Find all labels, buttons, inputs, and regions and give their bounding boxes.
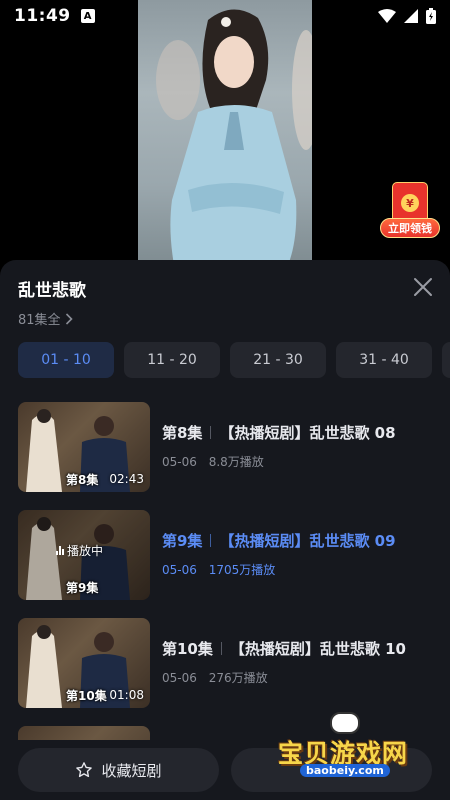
notification-icon: A bbox=[80, 9, 95, 23]
red-envelope-button[interactable]: ¥ 立即领钱 bbox=[380, 182, 440, 240]
episode-info: 第10集 【热播短剧】乱世悲歌 10 05-06 276万播放 bbox=[162, 618, 406, 686]
range-tab-more[interactable] bbox=[442, 342, 450, 378]
battery-icon bbox=[426, 8, 436, 24]
panel-header: 乱世悲歌 81集全 bbox=[0, 260, 450, 332]
coin-icon: ¥ bbox=[401, 194, 419, 212]
episode-item-current[interactable]: 播放中 第9集 第9集 【热播短剧】乱世悲歌 09 05-06 1705万播放 bbox=[0, 510, 450, 618]
range-tabs: 01 - 10 11 - 20 21 - 30 31 - 40 bbox=[18, 342, 450, 378]
episode-views: 276万播放 bbox=[208, 671, 268, 685]
episode-number: 第8集 bbox=[162, 424, 203, 442]
divider bbox=[220, 642, 222, 655]
red-envelope-label: 立即领钱 bbox=[380, 218, 440, 238]
episode-meta: 05-06 276万播放 bbox=[162, 669, 406, 686]
episode-item[interactable]: 第10集 01:08 第10集 【热播短剧】乱世悲歌 10 05-06 276万… bbox=[0, 618, 450, 726]
episode-views: 8.8万播放 bbox=[208, 455, 264, 469]
video-frame[interactable] bbox=[138, 0, 312, 265]
episode-info: 第9集 【热播短剧】乱世悲歌 09 05-06 1705万播放 bbox=[162, 510, 396, 578]
episode-title: 【热播短剧】乱世悲歌 09 bbox=[219, 532, 396, 550]
range-tab-3[interactable]: 21 - 30 bbox=[230, 342, 326, 378]
thumbnail-duration: 02:43 bbox=[109, 472, 144, 486]
watermark-url: baobeiy.com bbox=[300, 764, 390, 777]
episode-title-row: 第10集 【热播短剧】乱世悲歌 10 bbox=[162, 638, 406, 659]
range-tab-2[interactable]: 11 - 20 bbox=[124, 342, 220, 378]
episode-thumbnail: 第10集 01:08 bbox=[18, 618, 150, 708]
episode-number: 第9集 bbox=[162, 532, 203, 550]
watermark-logo: 宝贝游戏网 baobeiy.com bbox=[278, 712, 438, 790]
episode-date: 05-06 bbox=[162, 671, 197, 685]
episode-total-link[interactable]: 81集全 bbox=[18, 309, 432, 328]
divider bbox=[210, 534, 212, 547]
episode-meta: 05-06 1705万播放 bbox=[162, 561, 396, 578]
episode-info: 第8集 【热播短剧】乱世悲歌 08 05-06 8.8万播放 bbox=[162, 402, 396, 470]
now-playing-indicator: 播放中 bbox=[56, 542, 103, 559]
gamepad-icon bbox=[330, 712, 360, 734]
episode-total-label: 81集全 bbox=[18, 313, 61, 328]
signal-icon bbox=[404, 9, 418, 23]
star-icon bbox=[76, 762, 93, 778]
episode-title: 【热播短剧】乱世悲歌 10 bbox=[229, 640, 406, 658]
episode-date: 05-06 bbox=[162, 455, 197, 469]
episode-thumbnail: 第8集 02:43 bbox=[18, 402, 150, 492]
video-player[interactable]: ¥ 立即领钱 bbox=[0, 0, 450, 275]
status-bar: 11:49 A bbox=[0, 0, 450, 32]
drama-title: 乱世悲歌 bbox=[18, 281, 86, 301]
thumbnail-episode-label: 第9集 bbox=[66, 581, 99, 595]
favorite-button[interactable]: 收藏短剧 bbox=[18, 748, 219, 792]
thumbnail-episode-label: 第10集 bbox=[66, 689, 107, 703]
episode-title-row: 第8集 【热播短剧】乱世悲歌 08 bbox=[162, 422, 396, 443]
episode-views: 1705万播放 bbox=[208, 563, 276, 577]
video-scene-image bbox=[156, 9, 312, 265]
range-tab-1[interactable]: 01 - 10 bbox=[18, 342, 114, 378]
chevron-right-icon bbox=[65, 312, 73, 325]
status-icons bbox=[378, 8, 436, 24]
episode-number: 第10集 bbox=[162, 640, 213, 658]
episode-date: 05-06 bbox=[162, 563, 197, 577]
thumbnail-episode-label: 第8集 bbox=[66, 473, 99, 487]
now-playing-label: 播放中 bbox=[67, 544, 104, 558]
equalizer-icon bbox=[56, 546, 64, 555]
episode-meta: 05-06 8.8万播放 bbox=[162, 453, 396, 470]
status-time: 11:49 bbox=[14, 6, 71, 26]
episode-title-row: 第9集 【热播短剧】乱世悲歌 09 bbox=[162, 530, 396, 551]
episode-item[interactable]: 第8集 02:43 第8集 【热播短剧】乱世悲歌 08 05-06 8.8万播放 bbox=[0, 402, 450, 510]
favorite-label: 收藏短剧 bbox=[101, 761, 162, 780]
wifi-icon bbox=[378, 9, 396, 23]
episode-thumbnail: 播放中 第9集 bbox=[18, 510, 150, 600]
thumbnail-duration: 01:08 bbox=[109, 688, 144, 702]
episode-title: 【热播短剧】乱世悲歌 08 bbox=[219, 424, 396, 442]
close-icon[interactable] bbox=[412, 276, 434, 298]
divider bbox=[210, 426, 212, 439]
range-tab-4[interactable]: 31 - 40 bbox=[336, 342, 432, 378]
